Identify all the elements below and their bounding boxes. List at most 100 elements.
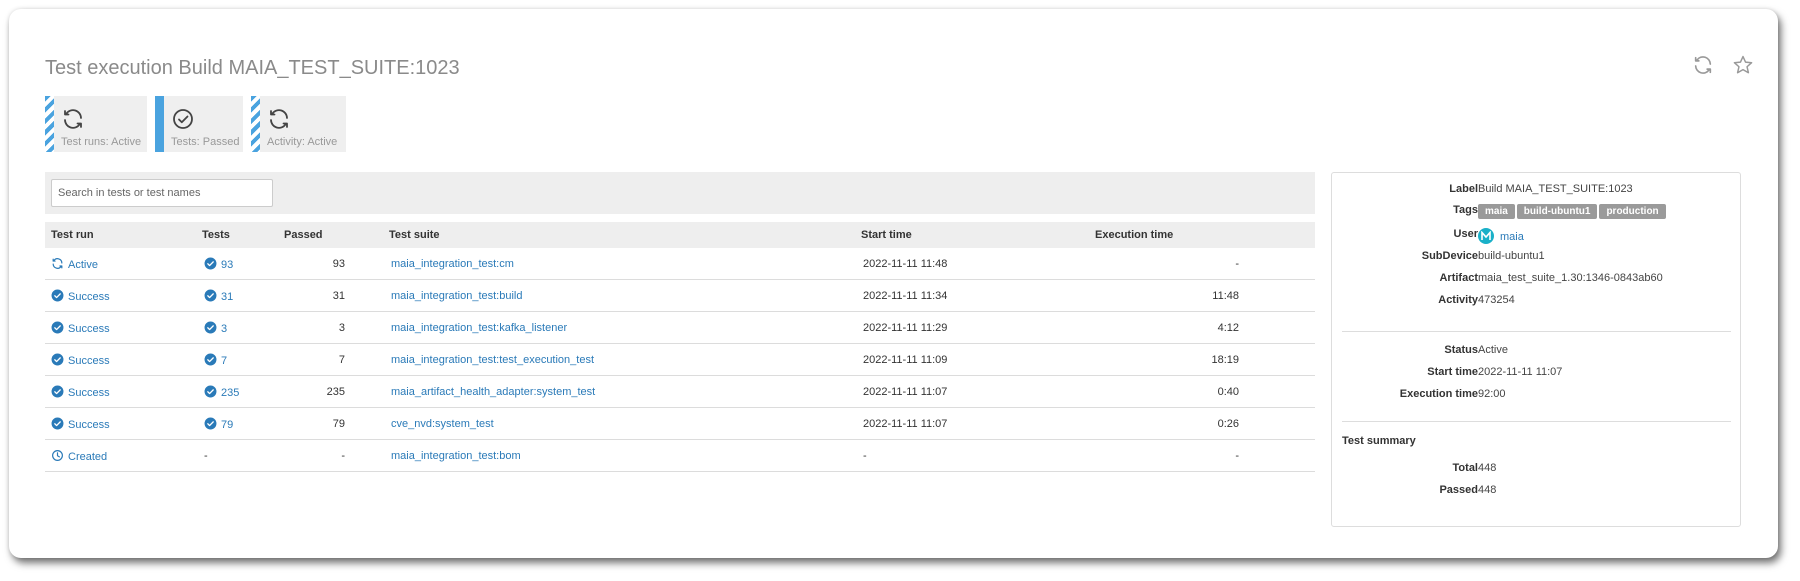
tile-test-runs[interactable]: Test runs: Active [45,96,147,152]
info-row-passed: Passed 448 [1332,484,1740,502]
page-title: Test execution Build MAIA_TEST_SUITE:102… [45,57,460,79]
info-key: Start time [1427,366,1478,378]
tile-label: Tests: Passed [171,136,240,148]
info-row-label: Label Build MAIA_TEST_SUITE:1023 [1332,183,1740,201]
test-suite-link[interactable]: maia_artifact_health_adapter:system_test [391,386,595,398]
status-link[interactable]: Active [51,257,98,271]
clock-icon [52,449,63,461]
test-runs-table: Test run Tests Passed Test suite Start t… [45,222,1315,472]
header-actions [1692,54,1754,76]
tag-badge[interactable]: production [1599,204,1666,219]
test-suite-link[interactable]: maia_integration_test:bom [391,450,521,462]
start-time-cell: 2022-11-11 11:29 [855,311,1089,344]
tag-badge[interactable]: maia [1478,204,1515,219]
tests-cell: 3 [196,311,278,344]
divider [1342,331,1731,332]
start-time-cell: 2022-11-11 11:09 [855,343,1089,376]
status-link[interactable]: Success [51,385,110,399]
passed-cell: 3 [278,311,383,344]
info-key: User [1453,228,1478,240]
check-circle-icon [204,257,217,269]
column-header-tests[interactable]: Tests [196,222,278,248]
table-row[interactable]: Success 79 79 cve_nvd:system_test 2022-11-11… [45,407,1315,440]
info-row-start-time: Start time 2022-11-11 11:07 [1332,366,1740,384]
table-row[interactable]: Success 235 235 maia_artifact_health_adapte… [45,375,1315,408]
tests-cell: 31 [196,279,278,312]
tests-cell: 7 [196,343,278,376]
status-cell: Success [45,343,196,376]
column-header-passed[interactable]: Passed [278,222,383,248]
info-value-label: Build MAIA_TEST_SUITE:1023 [1478,183,1633,195]
activity-link[interactable]: 473254 [1478,294,1515,306]
refresh-icon [52,257,63,269]
tests-link[interactable]: 3 [204,321,228,335]
table-row[interactable]: Success 7 7 maia_integration_test:test_exec… [45,343,1315,376]
info-key: Total [1452,462,1478,474]
table-row[interactable]: Success 3 3 maia_integration_test:kafka_lis… [45,311,1315,344]
info-value-start-time: 2022-11-11 11:07 [1478,366,1563,378]
status-label: Success [68,290,110,303]
tests-link[interactable]: 79 [204,417,233,431]
search-input[interactable] [51,179,273,207]
status-link[interactable]: Success [51,353,110,367]
suite-cell: cve_nvd:system_test [383,407,855,440]
info-key: Label [1449,183,1478,195]
start-time-cell: 2022-11-11 11:07 [855,375,1089,408]
tests-link[interactable]: 7 [204,353,227,367]
status-label: Success [68,418,110,431]
status-label: Success [68,322,110,335]
info-value-execution-time: 92:00 [1478,388,1506,400]
refresh-icon [64,109,82,129]
tag-badge[interactable]: build-ubuntu1 [1516,204,1598,219]
test-suite-link[interactable]: cve_nvd:system_test [391,418,494,430]
status-link[interactable]: Success [51,417,110,431]
status-cell: Success [45,375,196,408]
tests-link[interactable]: 93 [204,257,233,271]
user-value: maia [1478,228,1524,244]
suite-cell: maia_integration_test:cm [383,248,855,280]
artifact-link[interactable]: maia_test_suite_1.30:1346-0843ab60 [1478,272,1663,284]
execution-time-cell: - [1089,439,1315,472]
test-suite-link[interactable]: maia_integration_test:test_execution_tes… [391,354,594,366]
info-key: Execution time [1399,388,1478,400]
info-row-execution-time: Execution time 92:00 [1332,388,1740,406]
column-header-test-run[interactable]: Test run [45,222,196,248]
status-link[interactable]: Success [51,321,110,335]
status-label: Success [68,386,110,399]
info-row-total: Total 448 [1332,462,1740,480]
table-row[interactable]: Created - - maia_integration_test:bom - - [45,439,1315,472]
check-circle-icon [51,321,64,333]
tags-list: maia build-ubuntu1 production [1478,204,1668,219]
passed-cell: 93 [278,248,383,280]
status-link[interactable]: Success [51,289,110,303]
table-row[interactable]: Active 93 93 maia_integration_test:cm 2022-1… [45,248,1315,280]
status-link[interactable]: Created [51,449,107,463]
test-suite-link[interactable]: maia_integration_test:cm [391,258,514,270]
column-header-test-suite[interactable]: Test suite [383,222,855,248]
user-link[interactable]: maia [1500,231,1524,243]
tests-link[interactable]: 31 [204,289,234,303]
column-header-execution-time[interactable]: Execution time [1089,222,1315,248]
tests-count: 3 [221,322,228,335]
refresh-icon[interactable] [1692,54,1714,76]
column-header-start-time[interactable]: Start time [855,222,1089,248]
info-panel: Label Build MAIA_TEST_SUITE:1023 Tags ma… [1331,172,1741,527]
tile-tests[interactable]: Tests: Passed [155,96,243,152]
star-icon[interactable] [1732,54,1754,76]
execution-time-cell: 18:19 [1089,343,1315,376]
tile-activity[interactable]: Activity: Active [251,96,346,152]
status-tiles: Test runs: Active Tests: Passed Activity… [45,96,346,152]
info-key: Artifact [1439,272,1478,284]
passed-cell: 79 [278,407,383,440]
table-row[interactable]: Success 31 31 maia_integration_test:build 20… [45,279,1315,312]
test-suite-link[interactable]: maia_integration_test:kafka_listener [391,322,567,334]
test-suite-link[interactable]: maia_integration_test:build [391,290,522,302]
passed-cell: 7 [278,343,383,376]
tests-count: 31 [221,290,234,303]
tests-cell: - [196,439,278,472]
check-circle-icon [51,385,64,397]
tile-status-bar [251,96,260,152]
execution-time-cell: 0:26 [1089,407,1315,440]
execution-time-cell: 4:12 [1089,311,1315,344]
tests-link[interactable]: 235 [204,385,239,399]
